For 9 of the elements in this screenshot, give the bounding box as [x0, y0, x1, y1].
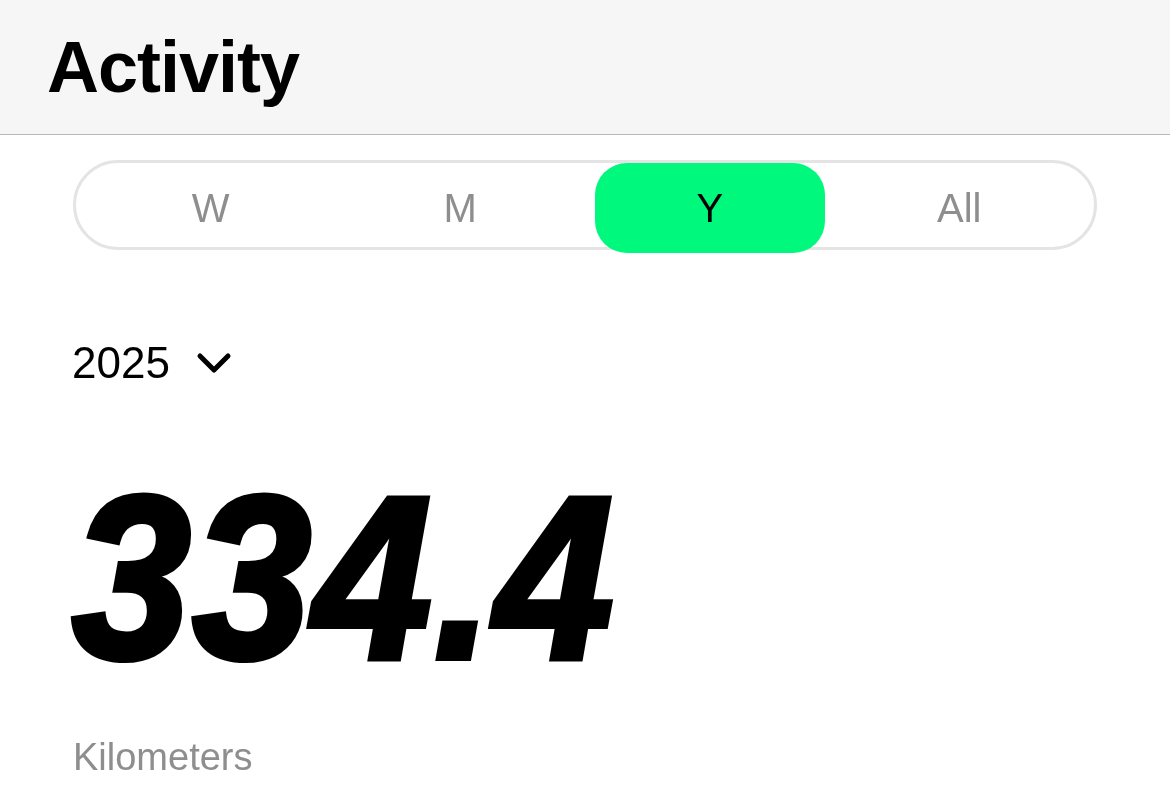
distance-unit: Kilometers — [73, 736, 253, 778]
period-tab[interactable]: All — [844, 163, 1074, 253]
page-title: Activity — [47, 26, 300, 108]
year-dropdown[interactable]: 2025 — [72, 338, 232, 388]
total-distance: 334.4 — [72, 462, 616, 694]
period-tab[interactable]: Y — [595, 163, 825, 253]
chevron-down-icon — [195, 351, 232, 375]
period-tab[interactable]: M — [345, 163, 575, 253]
period-tab[interactable]: W — [96, 163, 326, 253]
